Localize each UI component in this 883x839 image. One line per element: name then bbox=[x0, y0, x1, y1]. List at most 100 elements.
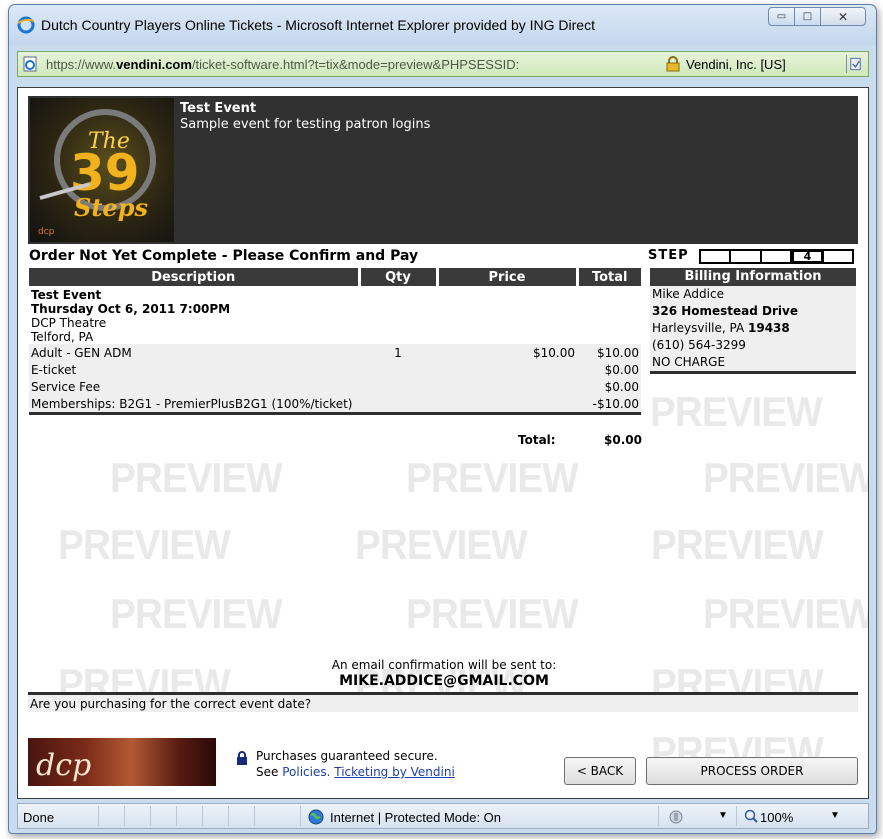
item-total: $10.00 bbox=[577, 344, 641, 361]
close-button[interactable]: ✕ bbox=[820, 7, 866, 26]
dcp-logo: dcp bbox=[28, 738, 216, 786]
chevron-down-icon[interactable]: ▼ bbox=[718, 810, 728, 821]
svg-text:Steps: Steps bbox=[74, 193, 148, 222]
event-description: Sample event for testing patron logins bbox=[180, 117, 431, 132]
event-header: The 39 Steps dcp Test Event Sample event… bbox=[28, 96, 858, 244]
item-description: Service Fee bbox=[29, 378, 359, 395]
security-zone-text[interactable]: Internet | Protected Mode: On bbox=[330, 810, 501, 825]
address-bar[interactable]: https://www.vendini.com/ticket-software.… bbox=[17, 51, 869, 77]
item-qty bbox=[359, 378, 437, 395]
poster-artwork: The 39 Steps dcp bbox=[38, 109, 156, 237]
minimize-button[interactable]: ▭ bbox=[768, 7, 795, 26]
back-button[interactable]: < BACK bbox=[564, 757, 636, 785]
email-address: MIKE.ADDICE@GMAIL.COM bbox=[339, 673, 549, 689]
url-path: /ticket-software.html?t=tix&mode=preview… bbox=[191, 57, 520, 72]
item-description: E-ticket bbox=[29, 361, 359, 378]
preview-watermark: PREVIEW bbox=[406, 590, 579, 637]
status-divider bbox=[300, 806, 301, 826]
status-divider bbox=[658, 806, 659, 826]
billing-name: Mike Addice bbox=[652, 287, 724, 301]
column-header: Description bbox=[29, 268, 361, 286]
preview-watermark: PREVIEW bbox=[355, 521, 528, 568]
internet-zone-globe-icon[interactable] bbox=[308, 809, 324, 825]
process-order-button[interactable]: PROCESS ORDER bbox=[646, 757, 858, 785]
step-5 bbox=[824, 251, 852, 262]
status-divider bbox=[254, 806, 255, 826]
zoom-level[interactable]: 100% bbox=[760, 810, 793, 825]
preview-watermark: PREVIEW bbox=[58, 521, 231, 568]
preview-watermark: PREVIEW bbox=[110, 454, 283, 501]
table-divider bbox=[29, 412, 641, 415]
preview-watermark: PREVIEW bbox=[406, 454, 579, 501]
billing-information: Billing Information Mike Addice 326 Home… bbox=[650, 268, 856, 374]
see-text: See bbox=[256, 765, 283, 779]
step-3 bbox=[762, 251, 793, 262]
url-text[interactable]: https://www.vendini.com/ticket-software.… bbox=[46, 57, 646, 72]
policies-line: See Policies. Ticketing by Vendini bbox=[256, 765, 455, 779]
order-event-name: Test Event bbox=[31, 288, 102, 302]
table-row: Adult - GEN ADM 1 $10.00 $10.00 bbox=[29, 344, 641, 361]
lock-icon bbox=[237, 751, 247, 765]
billing-payment: NO CHARGE bbox=[652, 355, 726, 369]
title-bar[interactable]: Dutch Country Players Online Tickets - M… bbox=[9, 5, 876, 45]
certificate-owner[interactable]: Vendini, Inc. [US] bbox=[686, 57, 786, 72]
step-4-current: 4 bbox=[792, 251, 824, 262]
table-row: E-ticket $0.00 bbox=[29, 361, 641, 378]
step-2 bbox=[731, 251, 762, 262]
item-price bbox=[437, 361, 577, 378]
zoom-magnifier-icon[interactable] bbox=[744, 809, 758, 823]
step-1 bbox=[701, 251, 732, 262]
billing-street: 326 Homestead Drive bbox=[652, 304, 798, 318]
protected-mode-icon[interactable] bbox=[668, 809, 684, 825]
item-qty bbox=[359, 361, 437, 378]
item-price: $10.00 bbox=[437, 344, 577, 361]
order-title: Order Not Yet Complete - Please Confirm … bbox=[29, 248, 419, 264]
email-confirmation-note: An email confirmation will be sent to: bbox=[331, 658, 557, 672]
window-title: Dutch Country Players Online Tickets - M… bbox=[41, 17, 595, 33]
event-name: Test Event bbox=[180, 101, 257, 116]
item-total: -$10.00 bbox=[577, 395, 641, 412]
step-progress: 4 bbox=[699, 249, 854, 264]
browser-window: Dutch Country Players Online Tickets - M… bbox=[8, 4, 877, 834]
total-value: $0.00 bbox=[604, 433, 642, 447]
column-header: Total bbox=[577, 268, 641, 286]
item-total: $0.00 bbox=[577, 361, 641, 378]
padlock-icon[interactable] bbox=[666, 56, 680, 72]
status-divider bbox=[202, 806, 203, 826]
policies-link[interactable]: Policies. bbox=[282, 765, 330, 779]
status-divider bbox=[98, 806, 99, 826]
item-price bbox=[437, 378, 577, 395]
status-divider bbox=[736, 806, 737, 826]
preview-watermark: PREVIEW bbox=[703, 454, 869, 501]
column-header: Price bbox=[437, 268, 579, 286]
billing-zip: 19438 bbox=[748, 321, 790, 335]
compatibility-view-icon[interactable] bbox=[846, 55, 864, 73]
chevron-down-icon[interactable]: ▼ bbox=[830, 810, 840, 821]
dcp-logo-text: dcp bbox=[36, 748, 92, 783]
status-text: Done bbox=[23, 810, 55, 825]
preview-watermark: PREVIEW bbox=[703, 590, 869, 637]
url-domain: vendini.com bbox=[116, 57, 192, 72]
order-event-date: Thursday Oct 6, 2011 7:00PM bbox=[31, 302, 231, 316]
preview-watermark: PREVIEW bbox=[650, 388, 823, 435]
secure-text: Purchases guaranteed secure. bbox=[256, 749, 438, 763]
order-table: Description Qty Price Total Test Event T… bbox=[29, 268, 641, 415]
event-info-row: Test Event Thursday Oct 6, 2011 7:00PM D… bbox=[29, 286, 641, 344]
billing-header: Billing Information bbox=[650, 268, 856, 286]
status-divider bbox=[124, 806, 125, 826]
billing-city-state: Harleysville, PA bbox=[652, 321, 748, 335]
status-bar: Done Internet | Protected Mode: On ▼ 100… bbox=[17, 803, 869, 829]
order-event-venue: DCP Theatre bbox=[31, 316, 107, 330]
window-controls: ▭ □ ✕ bbox=[768, 7, 866, 27]
event-poster-image: The 39 Steps dcp bbox=[30, 98, 174, 242]
ticketing-by-vendini-link[interactable]: Ticketing by Vendini bbox=[334, 765, 455, 779]
maximize-button[interactable]: □ bbox=[794, 7, 821, 26]
item-total: $0.00 bbox=[577, 378, 641, 395]
column-header: Qty bbox=[359, 268, 439, 286]
page-content: PREVIEW PREVIEW PREVIEW PREVIEW PREVIEW … bbox=[17, 87, 869, 799]
item-qty: 1 bbox=[359, 344, 437, 361]
table-row: Memberships: B2G1 - PremierPlusB2G1 (100… bbox=[29, 395, 641, 412]
billing-city-line: Harleysville, PA 19438 bbox=[650, 320, 856, 337]
table-row: Service Fee $0.00 bbox=[29, 378, 641, 395]
status-divider bbox=[176, 806, 177, 826]
